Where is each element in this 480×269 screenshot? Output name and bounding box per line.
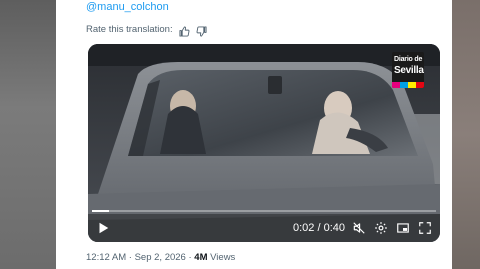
thumbs-down-icon[interactable]	[196, 24, 207, 37]
logo-text-line2: Sevilla	[394, 65, 424, 76]
video-player[interactable]: Diario de Sevilla 0:02 / 0:40	[88, 44, 440, 242]
duration: 0:40	[323, 222, 346, 234]
video-time: 0:02 / 0:40	[293, 221, 345, 235]
meta-dot: ·	[188, 252, 192, 263]
time-separator: /	[317, 222, 321, 234]
tweet-time[interactable]: 12:12 AM	[86, 252, 126, 263]
views-count: 4M	[194, 252, 208, 263]
picture-in-picture-icon[interactable]	[396, 221, 410, 235]
current-time: 0:02	[293, 222, 315, 234]
logo-stripe	[416, 82, 424, 88]
video-controls: 0:02 / 0:40	[88, 218, 440, 238]
logo-stripe	[400, 82, 408, 88]
user-handle-link[interactable]: @manu_colchon	[86, 0, 169, 14]
logo-color-stripes	[392, 82, 424, 88]
views-label: Views	[210, 252, 236, 263]
fullscreen-icon[interactable]	[418, 221, 432, 235]
video-progress-fill	[92, 210, 110, 212]
logo-stripe	[408, 82, 416, 88]
thumbs-up-icon[interactable]	[179, 24, 190, 37]
tweet-card: @manu_colchon Rate this translation: Dia…	[56, 0, 452, 269]
rate-translation-row: Rate this translation:	[86, 22, 207, 37]
diario-de-sevilla-logo: Diario de Sevilla	[392, 52, 424, 88]
settings-icon[interactable]	[374, 221, 388, 235]
rate-translation-label: Rate this translation:	[86, 23, 173, 35]
video-progress-bar[interactable]	[92, 210, 436, 212]
tweet-date[interactable]: Sep 2, 2026	[135, 252, 186, 263]
logo-text-line1: Diario de	[394, 56, 423, 63]
background-right	[452, 0, 480, 269]
logo-stripe	[392, 82, 400, 88]
play-icon[interactable]	[96, 221, 110, 235]
background-left	[0, 0, 56, 269]
mute-icon[interactable]	[352, 221, 366, 235]
video-frame-car-scene	[88, 44, 440, 242]
meta-dot: ·	[128, 252, 132, 263]
tweet-metadata: 12:12 AM · Sep 2, 2026 · 4M Views	[86, 252, 235, 264]
